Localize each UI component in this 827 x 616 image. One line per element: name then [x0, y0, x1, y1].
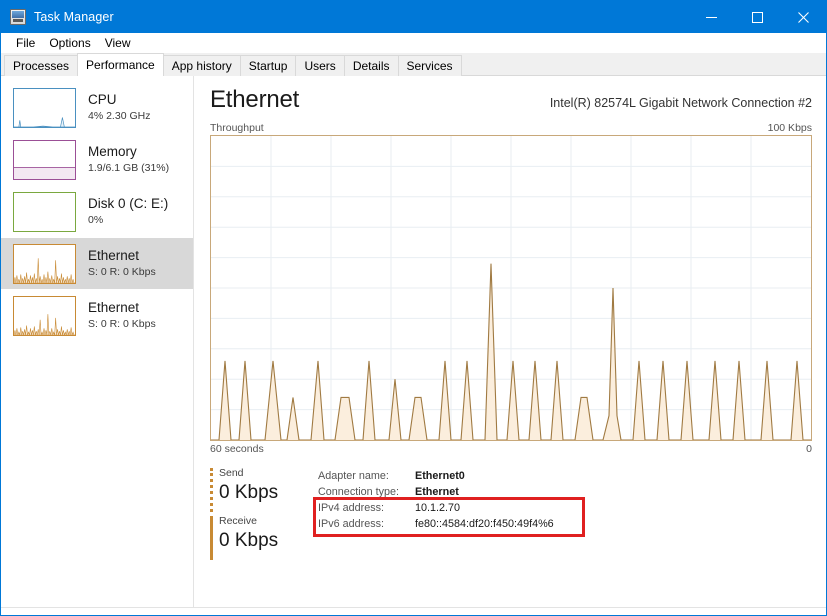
sidebar-item-disk0[interactable]: Disk 0 (C: E:) 0%: [1, 186, 193, 237]
performance-sidebar: CPU 4% 2.30 GHz Memory 1.9/6.1 GB (31%): [1, 76, 194, 607]
status-bar: Fewer details Open Resource Monitor: [1, 607, 826, 616]
title-bar: Task Manager: [1, 1, 826, 33]
ethernet2-mini-graph: [13, 296, 76, 336]
send-receive-block: Send 0 Kbps Receive 0 Kbps: [210, 466, 307, 554]
detail-row-ipv6: IPv6 address: fe80::4584:df20:f450:49f4%…: [318, 516, 554, 532]
tab-services[interactable]: Services: [398, 55, 462, 76]
sidebar-title-disk0: Disk 0 (C: E:): [88, 196, 168, 212]
task-manager-icon: [10, 9, 26, 25]
window-title: Task Manager: [34, 10, 114, 24]
send-indicator-bar: [210, 468, 213, 512]
maximize-button[interactable]: [734, 1, 780, 33]
detail-key-ipv4: IPv4 address:: [318, 500, 415, 516]
receive-value: 0 Kbps: [219, 528, 307, 554]
sidebar-sub-disk0: 0%: [88, 213, 168, 227]
detail-key-adapter-name: Adapter name:: [318, 468, 415, 484]
task-manager-window: Task Manager File Options View Processes…: [0, 0, 827, 616]
tab-performance[interactable]: Performance: [77, 53, 164, 76]
sidebar-title-ethernet-2: Ethernet: [88, 300, 156, 316]
sidebar-text-memory: Memory 1.9/6.1 GB (31%): [88, 144, 169, 175]
ethernet1-mini-graph: [13, 244, 76, 284]
sidebar-sub-ethernet-2: S: 0 R: 0 Kbps: [88, 317, 156, 331]
sidebar-title-memory: Memory: [88, 144, 169, 160]
sidebar-text-disk0: Disk 0 (C: E:) 0%: [88, 196, 168, 227]
tab-app-history[interactable]: App history: [163, 55, 241, 76]
main-header: Ethernet Intel(R) 82574L Gigabit Network…: [210, 86, 812, 114]
tab-details[interactable]: Details: [344, 55, 399, 76]
stats-row: Send 0 Kbps Receive 0 Kbps Adapter name:…: [210, 466, 812, 554]
menu-bar: File Options View: [1, 33, 826, 53]
receive-stat: Receive 0 Kbps: [210, 514, 307, 554]
detail-value-connection-type: Ethernet: [415, 484, 459, 500]
sidebar-title-cpu: CPU: [88, 92, 150, 108]
sidebar-item-memory[interactable]: Memory 1.9/6.1 GB (31%): [1, 134, 193, 185]
receive-indicator-bar: [210, 516, 213, 560]
detail-value-ipv6: fe80::4584:df20:f450:49f4%6: [415, 516, 554, 532]
menu-file[interactable]: File: [9, 33, 42, 53]
detail-row-connection-type: Connection type: Ethernet: [318, 484, 554, 500]
sidebar-text-cpu: CPU 4% 2.30 GHz: [88, 92, 150, 123]
sidebar-sub-ethernet-1: S: 0 R: 0 Kbps: [88, 265, 156, 279]
detail-row-adapter-name: Adapter name: Ethernet0: [318, 468, 554, 484]
tab-processes[interactable]: Processes: [4, 55, 78, 76]
close-button[interactable]: [780, 1, 826, 33]
axis-left-label: 60 seconds: [210, 443, 264, 455]
menu-view[interactable]: View: [98, 33, 138, 53]
detail-row-ipv4: IPv4 address: 10.1.2.70: [318, 500, 554, 516]
adapter-description: Intel(R) 82574L Gigabit Network Connecti…: [550, 96, 812, 110]
graph-caption: Throughput 100 Kbps: [210, 122, 812, 134]
tab-users[interactable]: Users: [295, 55, 344, 76]
detail-key-connection-type: Connection type:: [318, 484, 415, 500]
sidebar-item-ethernet-1[interactable]: Ethernet S: 0 R: 0 Kbps: [1, 238, 193, 289]
tab-strip: Processes Performance App history Startu…: [1, 53, 826, 76]
send-stat: Send 0 Kbps: [210, 466, 307, 506]
adapter-details: Adapter name: Ethernet0 Connection type:…: [318, 466, 554, 554]
graph-max-label: 100 Kbps: [768, 122, 812, 134]
receive-label: Receive: [219, 514, 307, 528]
content-body: CPU 4% 2.30 GHz Memory 1.9/6.1 GB (31%): [1, 76, 826, 607]
sidebar-text-ethernet-1: Ethernet S: 0 R: 0 Kbps: [88, 248, 156, 279]
graph-axis-labels: 60 seconds 0: [210, 443, 812, 455]
tab-startup[interactable]: Startup: [240, 55, 297, 76]
throughput-chart-svg: [211, 136, 811, 440]
axis-right-label: 0: [806, 443, 812, 455]
performance-main-panel: Ethernet Intel(R) 82574L Gigabit Network…: [194, 76, 826, 607]
menu-options[interactable]: Options: [42, 33, 97, 53]
throughput-graph: [210, 135, 812, 441]
sidebar-text-ethernet-2: Ethernet S: 0 R: 0 Kbps: [88, 300, 156, 331]
sidebar-item-cpu[interactable]: CPU 4% 2.30 GHz: [1, 82, 193, 133]
window-controls: [688, 1, 826, 33]
memory-mini-graph: [13, 140, 76, 180]
graph-label: Throughput: [210, 122, 264, 134]
sidebar-title-ethernet-1: Ethernet: [88, 248, 156, 264]
sidebar-item-ethernet-2[interactable]: Ethernet S: 0 R: 0 Kbps: [1, 290, 193, 341]
detail-key-ipv6: IPv6 address:: [318, 516, 415, 532]
sidebar-sub-memory: 1.9/6.1 GB (31%): [88, 161, 169, 175]
minimize-button[interactable]: [688, 1, 734, 33]
send-value: 0 Kbps: [219, 480, 307, 506]
sidebar-sub-cpu: 4% 2.30 GHz: [88, 109, 150, 123]
detail-value-ipv4: 10.1.2.70: [415, 500, 460, 516]
cpu-mini-graph: [13, 88, 76, 128]
detail-value-adapter-name: Ethernet0: [415, 468, 465, 484]
page-title: Ethernet: [210, 86, 299, 114]
send-label: Send: [219, 466, 307, 480]
disk-mini-graph: [13, 192, 76, 232]
